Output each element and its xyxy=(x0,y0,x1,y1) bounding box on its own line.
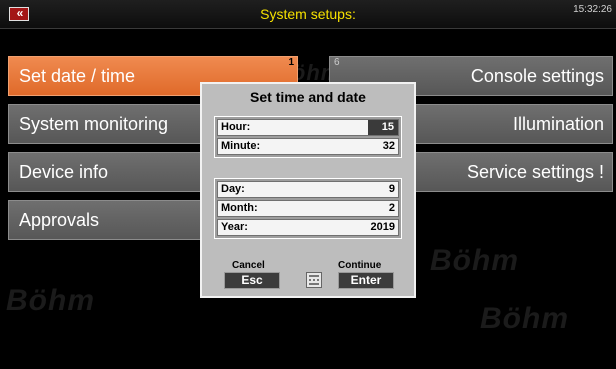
menu-item-label: Illumination xyxy=(512,114,604,134)
year-field[interactable]: Year: 2019 xyxy=(217,219,399,236)
hour-value: 15 xyxy=(367,120,398,135)
time-fields-group: Hour: 15 Minute: 32 xyxy=(214,116,402,158)
cancel-caption: Cancel xyxy=(232,260,265,271)
menu-item-label: Service settings ! xyxy=(466,162,604,182)
menu-item-label: Set date / time xyxy=(19,66,136,86)
day-value: 9 xyxy=(388,183,395,195)
year-value: 2019 xyxy=(370,221,395,233)
month-field[interactable]: Month: 2 xyxy=(217,200,399,217)
year-label: Year: xyxy=(221,221,248,233)
bohm-watermark-logo: Böhm xyxy=(480,302,569,335)
menu-item-label: Approvals xyxy=(19,210,100,230)
day-label: Day: xyxy=(221,183,245,195)
hour-label: Hour: xyxy=(221,121,251,133)
menu-item-label: Console settings xyxy=(470,66,604,86)
dialog-title: Set time and date xyxy=(250,89,366,105)
bohm-watermark-logo: Böhm xyxy=(6,284,95,317)
menu-item-label: Device info xyxy=(19,162,109,182)
bohm-watermark-logo: Böhm xyxy=(430,244,519,277)
day-field[interactable]: Day: 9 xyxy=(217,181,399,198)
enter-button[interactable]: Enter xyxy=(338,272,394,289)
minute-value: 32 xyxy=(382,140,395,152)
menu-item-label: System monitoring xyxy=(19,114,169,134)
continue-caption: Continue xyxy=(338,260,382,271)
menu-number-badge: 1 xyxy=(288,57,294,68)
clock: 15:32:26 xyxy=(573,4,612,15)
set-time-date-dialog: Set time and date Hour: 15 Minute: 32 Da… xyxy=(200,82,416,298)
keyboard-icon[interactable] xyxy=(306,272,322,288)
top-bar: « System setups: 15:32:26 xyxy=(0,0,616,29)
menu-number-badge: 6 xyxy=(334,57,340,68)
esc-button[interactable]: Esc xyxy=(224,272,280,289)
month-label: Month: xyxy=(221,202,258,214)
month-value: 2 xyxy=(388,202,395,214)
minute-field[interactable]: Minute: 32 xyxy=(217,138,399,155)
hour-field[interactable]: Hour: 15 xyxy=(217,119,399,136)
date-fields-group: Day: 9 Month: 2 Year: 2019 xyxy=(214,178,402,239)
minute-label: Minute: xyxy=(221,140,261,152)
page-title: System setups: xyxy=(260,6,356,22)
